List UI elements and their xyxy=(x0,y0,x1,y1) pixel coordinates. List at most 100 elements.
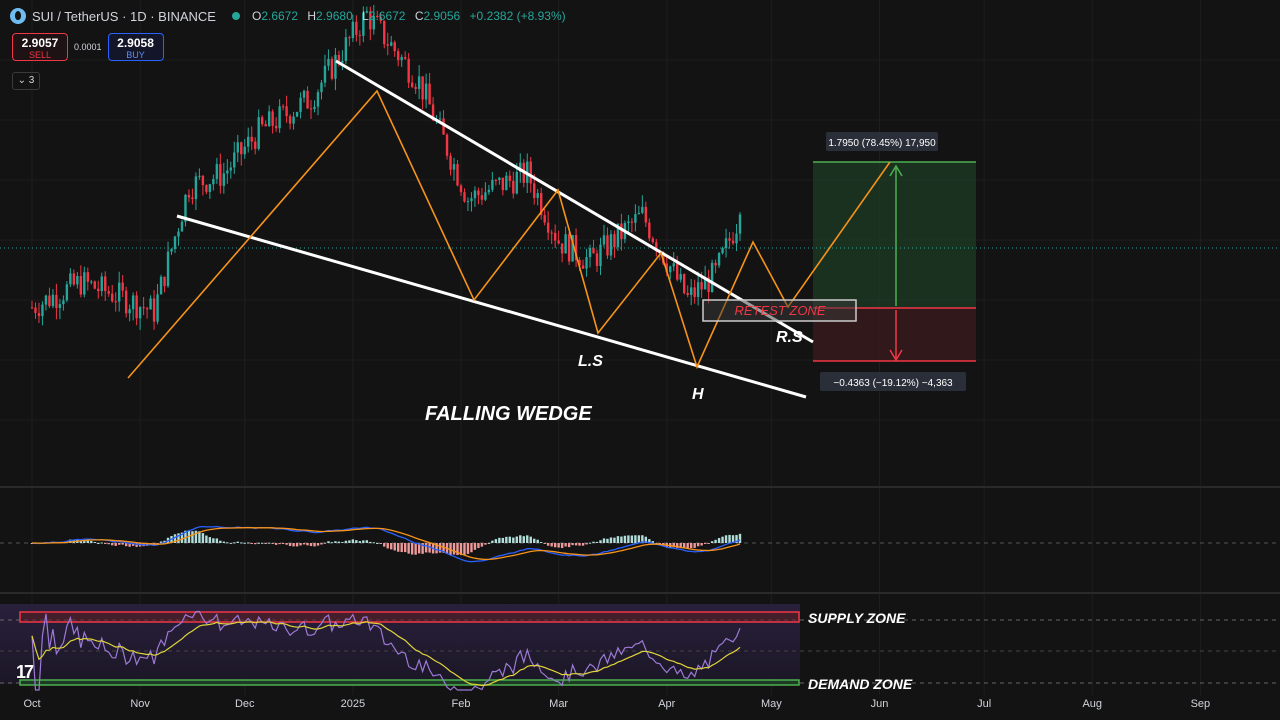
candle-body xyxy=(686,293,689,295)
macd-histogram-bar xyxy=(369,541,372,543)
candle-body xyxy=(724,238,728,249)
candle-body xyxy=(477,190,480,196)
symbol-title[interactable]: SUI / TetherUS · 1D · BINANCE xyxy=(32,9,216,24)
candle-body xyxy=(452,164,456,170)
macd-histogram-bar xyxy=(90,541,93,543)
sell-button[interactable]: 2.9057 SELL xyxy=(12,33,68,61)
candle-body xyxy=(351,21,355,39)
macd-histogram-bar xyxy=(696,543,700,547)
candle-body xyxy=(560,243,564,254)
indicator-toggle-button[interactable]: ⌄ 3 xyxy=(12,72,40,90)
candle-body xyxy=(159,276,163,295)
candle-body xyxy=(487,189,491,193)
macd-histogram-bar xyxy=(721,536,724,543)
macd-histogram-bar xyxy=(505,536,508,543)
candle-body xyxy=(599,244,602,267)
macd-histogram-bar xyxy=(376,542,379,544)
macd-histogram-bar xyxy=(397,543,400,552)
candle-body xyxy=(393,42,396,52)
left-shoulder-label: L.S xyxy=(578,353,603,370)
macd-histogram-bar xyxy=(288,543,292,547)
candle-body xyxy=(233,152,236,168)
candle-body xyxy=(170,248,173,252)
target-zone[interactable] xyxy=(813,162,976,308)
chart-canvas[interactable]: RETEST ZONE L.S H R.S FALLING WEDGE 1.79… xyxy=(0,0,1280,720)
macd-histogram-bar xyxy=(219,540,222,543)
candle-body xyxy=(676,263,679,280)
candle-body xyxy=(51,294,55,307)
candle-body xyxy=(651,238,655,243)
macd-histogram-bar xyxy=(306,543,309,546)
macd-histogram-bar xyxy=(222,541,226,543)
candle-body xyxy=(79,276,83,295)
macd-histogram-bar xyxy=(595,541,599,543)
candle-body xyxy=(323,65,327,83)
macd-histogram-bar xyxy=(205,535,208,543)
macd-histogram-bar xyxy=(637,535,641,543)
demand-zone-box[interactable] xyxy=(19,679,800,686)
x-tick-label: Dec xyxy=(235,698,255,710)
candle-body xyxy=(564,234,567,254)
candle-body xyxy=(334,54,337,79)
candle-body xyxy=(76,276,79,285)
candle-body xyxy=(93,281,96,289)
candle-body xyxy=(641,206,644,213)
macd-histogram-bar xyxy=(358,541,362,543)
candle-body xyxy=(320,82,323,93)
macd-histogram-bar xyxy=(351,539,355,543)
macd-histogram-bar xyxy=(212,538,215,543)
candle-body xyxy=(428,83,431,105)
candle-body xyxy=(585,257,588,269)
candle-body xyxy=(341,60,344,63)
candle-body xyxy=(86,272,90,282)
macd-histogram-bar xyxy=(274,543,278,545)
candle-body xyxy=(124,290,128,314)
candle-body xyxy=(205,185,208,192)
macd-histogram-bar xyxy=(519,535,522,543)
macd-histogram-bar xyxy=(121,543,124,545)
low-label: L xyxy=(362,9,369,23)
supply-zone-box[interactable] xyxy=(19,611,800,623)
candle-body xyxy=(672,263,675,267)
candle-body xyxy=(236,142,239,153)
candle-body xyxy=(62,300,65,305)
macd-histogram-bar xyxy=(738,533,742,543)
candle-body xyxy=(316,92,320,107)
macd-histogram-bar xyxy=(247,542,250,544)
candle-body xyxy=(243,146,246,155)
macd-histogram-bar xyxy=(526,535,529,543)
candle-body xyxy=(581,265,585,269)
candle-body xyxy=(222,173,226,186)
x-tick-label: Jul xyxy=(977,698,991,710)
candle-body xyxy=(410,82,414,87)
macd-histogram-bar xyxy=(508,536,512,543)
macd-histogram-bar xyxy=(313,543,316,547)
candle-body xyxy=(494,179,498,181)
macd-histogram-bar xyxy=(104,543,107,544)
close-value: 2.9056 xyxy=(423,9,461,23)
candle-body xyxy=(403,56,407,59)
candle-body xyxy=(55,294,58,308)
macd-histogram-bar xyxy=(410,543,414,555)
candle-body xyxy=(208,184,212,192)
macd-histogram-bar xyxy=(585,543,588,545)
candle-body xyxy=(177,231,180,237)
candle-body xyxy=(264,124,267,127)
macd-histogram-bar xyxy=(229,542,232,544)
candle-body xyxy=(550,232,553,234)
candle-body xyxy=(166,251,170,287)
candle-body xyxy=(58,304,62,308)
candle-body xyxy=(508,175,512,181)
candle-body xyxy=(459,185,463,193)
candle-body xyxy=(533,183,536,198)
macd-histogram-bar xyxy=(567,543,571,548)
macd-histogram-bar xyxy=(264,543,267,544)
macd-histogram-bar xyxy=(480,543,484,547)
candle-body xyxy=(400,56,403,61)
macd-histogram-bar xyxy=(355,540,358,543)
candle-body xyxy=(588,248,592,258)
candle-body xyxy=(201,175,205,186)
buy-button[interactable]: 2.9058 BUY xyxy=(107,33,164,61)
high-value: 2.9680 xyxy=(316,9,353,23)
macd-histogram-bar xyxy=(529,536,532,543)
